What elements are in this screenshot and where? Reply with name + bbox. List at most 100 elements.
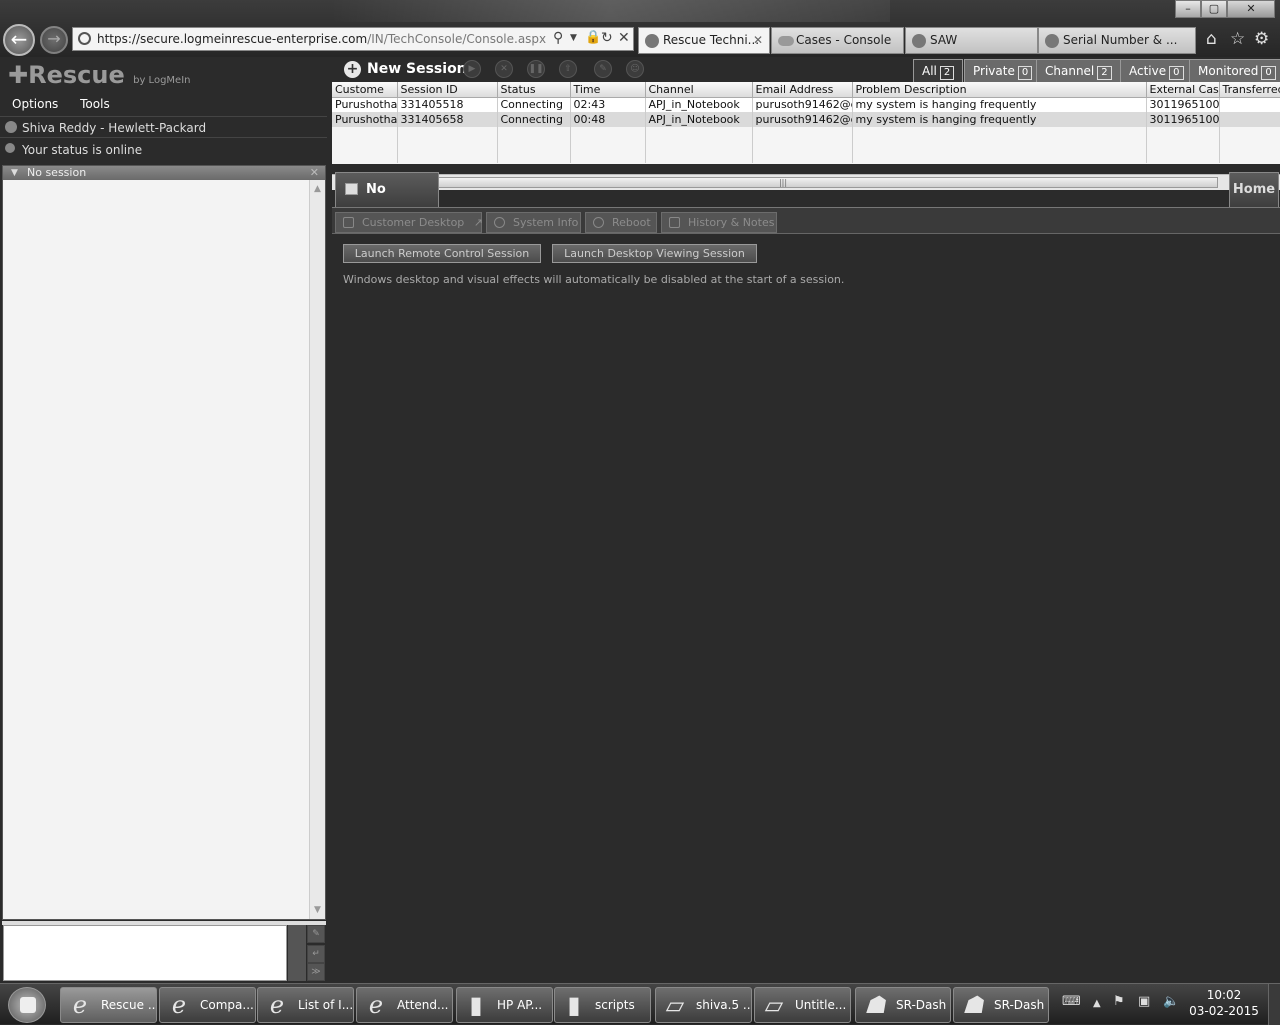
edit-icon[interactable]: ✎ <box>594 60 612 78</box>
chat-url-icon[interactable]: ≫ <box>307 963 325 981</box>
queue-horizontal-scrollbar[interactable]: ◀ ||| ▶ <box>332 174 1280 190</box>
taskbar-item-scripts[interactable]: ▮ scripts <box>554 987 651 1023</box>
address-bar[interactable]: https://secure.logmeinrescue-enterprise.… <box>72 27 634 51</box>
col-problem[interactable]: Problem Description <box>852 82 1147 98</box>
back-button[interactable]: ← <box>3 24 35 56</box>
chat-input[interactable] <box>3 925 287 981</box>
status-icon <box>5 143 15 153</box>
session-queue-table: Custome Session ID Status Time Channel E… <box>332 82 1280 163</box>
start-icon[interactable]: ▶ <box>463 60 481 78</box>
col-status[interactable]: Status <box>497 82 571 98</box>
taskbar-item-list[interactable]: e List of I... <box>257 987 354 1023</box>
ie-icon: e <box>72 991 88 1019</box>
menu-options[interactable]: Options <box>12 97 58 111</box>
close-window-button[interactable]: ✕ <box>1227 0 1275 18</box>
tech-icon[interactable]: ☺ <box>626 60 644 78</box>
rescue-tab-icon <box>645 34 659 48</box>
collapse-icon[interactable]: ▼ <box>11 166 18 180</box>
desktop-icon <box>343 217 354 228</box>
close-icon[interactable]: ✕ <box>310 166 319 180</box>
new-session-button[interactable]: + New Session <box>344 59 467 79</box>
taskbar-item-sr-dash-2[interactable]: ☗ SR-Dash <box>953 987 1049 1023</box>
clock-time: 10:02 <box>1206 988 1242 1002</box>
tab-serial-number[interactable]: Serial Number & ... <box>1038 27 1196 54</box>
forward-button[interactable]: → <box>40 26 68 54</box>
taskbar-item-untitled[interactable]: ▱ Untitle... <box>754 987 851 1023</box>
cell-status: Connecting <box>497 97 571 112</box>
cell-external-case: 3011965100 <box>1146 112 1220 127</box>
col-time[interactable]: Time <box>570 82 646 98</box>
tab-home[interactable]: Home <box>1229 172 1279 207</box>
minimize-button[interactable]: – <box>1175 0 1201 18</box>
user-app-icon: ☗ <box>864 991 886 1019</box>
settings-gear-icon[interactable]: ⚙ <box>1254 29 1269 49</box>
col-transferred[interactable]: Transferred <box>1219 82 1280 98</box>
launch-remote-control-button[interactable]: Launch Remote Control Session <box>343 244 541 263</box>
show-hidden-icons-icon[interactable]: ▲ <box>1093 998 1101 1009</box>
session-list-scrollbar[interactable]: ▲ ▼ <box>309 180 325 919</box>
col-external-case[interactable]: External Case <box>1146 82 1220 98</box>
external-link-icon: ↗ <box>473 216 484 229</box>
tab-rescue[interactable]: Rescue Techni... ✕ <box>638 27 770 54</box>
start-button[interactable] <box>8 987 46 1023</box>
favorites-star-icon[interactable]: ☆ <box>1230 29 1245 49</box>
tab-system-info[interactable]: System Info <box>486 212 581 233</box>
filter-tab-private[interactable]: Private 0 <box>964 59 1042 83</box>
taskbar: e Rescue ... e Compa... e List of I... e Att… <box>0 983 1280 1025</box>
scrollbar-thumb[interactable]: ||| <box>348 177 1218 188</box>
tab-customer-desktop[interactable]: Customer Desktop ↗ <box>335 212 484 233</box>
chat-predefined-icon[interactable]: ↵ <box>307 945 325 963</box>
taskbar-item-hp-ap[interactable]: ▮ HP AP... <box>456 987 553 1023</box>
taskbar-item-rescue[interactable]: e Rescue ... <box>60 987 157 1023</box>
page-icon <box>78 32 91 45</box>
cell-channel: APJ_in_Notebook <box>645 97 753 112</box>
maximize-button[interactable]: ▢ <box>1201 0 1227 18</box>
filter-tab-channel[interactable]: Channel 2 <box>1036 59 1121 83</box>
taskbar-item-attend[interactable]: e Attend... <box>356 987 453 1023</box>
keyboard-icon[interactable]: ⌨ <box>1062 994 1081 1009</box>
tab-history-notes[interactable]: History & Notes <box>661 212 777 233</box>
taskbar-item-compa[interactable]: e Compa... <box>159 987 256 1023</box>
dropdown-icon[interactable]: ▼ <box>570 33 577 43</box>
cell-status: Connecting <box>497 112 571 127</box>
tab-reboot[interactable]: Reboot <box>585 212 657 233</box>
filter-tab-all[interactable]: All 2 <box>913 59 964 83</box>
taskbar-item-sr-dash-1[interactable]: ☗ SR-Dash <box>855 987 951 1023</box>
chat-input-scroll <box>288 925 306 981</box>
table-row[interactable]: Purushotha 331405658 Connecting 00:48 AP… <box>332 112 1280 127</box>
tab-cases[interactable]: Cases - Console <box>771 27 904 54</box>
volume-icon[interactable]: 🔈 <box>1163 994 1179 1009</box>
col-customer[interactable]: Custome <box>332 82 398 98</box>
technician-status[interactable]: Your status is online <box>0 139 327 161</box>
chat-send-icon[interactable]: ✎ <box>307 925 325 943</box>
scroll-down-icon[interactable]: ▼ <box>312 905 323 915</box>
tab-no-session[interactable]: No session <box>335 172 439 231</box>
tab-saw[interactable]: SAW <box>905 27 1038 54</box>
refresh-icon[interactable]: ↻ <box>601 30 613 46</box>
hold-icon[interactable]: ❚❚ <box>527 60 545 78</box>
filter-tab-monitored[interactable]: Monitored 0 <box>1189 59 1280 83</box>
plus-icon: + <box>344 60 361 78</box>
launch-desktop-viewing-button[interactable]: Launch Desktop Viewing Session <box>552 244 757 263</box>
action-center-flag-icon[interactable]: ⚑ <box>1113 994 1125 1009</box>
filter-tab-active[interactable]: Active 0 <box>1120 59 1193 83</box>
col-session-id[interactable]: Session ID <box>397 82 498 98</box>
stop-icon[interactable]: ✕ <box>618 30 630 46</box>
col-channel[interactable]: Channel <box>645 82 753 98</box>
show-desktop-button[interactable] <box>1268 984 1280 1025</box>
power-icon <box>593 217 604 228</box>
lock-icon[interactable]: 🔒 <box>585 30 601 45</box>
table-row[interactable]: Purushotha 331405518 Connecting 02:43 AP… <box>332 97 1280 112</box>
session-header-label: No session <box>27 166 87 179</box>
menu-tools[interactable]: Tools <box>80 97 110 111</box>
scroll-up-icon[interactable]: ▲ <box>312 184 323 194</box>
network-icon[interactable]: ▣ <box>1138 994 1150 1009</box>
transfer-icon[interactable]: ⇧ <box>559 60 577 78</box>
close-session-icon[interactable]: ✕ <box>495 60 513 78</box>
system-clock[interactable]: 10:02 03-02-2015 <box>1188 987 1260 1019</box>
home-icon[interactable]: ⌂ <box>1206 29 1217 49</box>
close-tab-icon[interactable]: ✕ <box>753 28 763 53</box>
search-icon[interactable]: ⚲ <box>553 30 563 46</box>
taskbar-item-shiva[interactable]: ▱ shiva.5 ... <box>655 987 752 1023</box>
col-email[interactable]: Email Address <box>752 82 853 98</box>
